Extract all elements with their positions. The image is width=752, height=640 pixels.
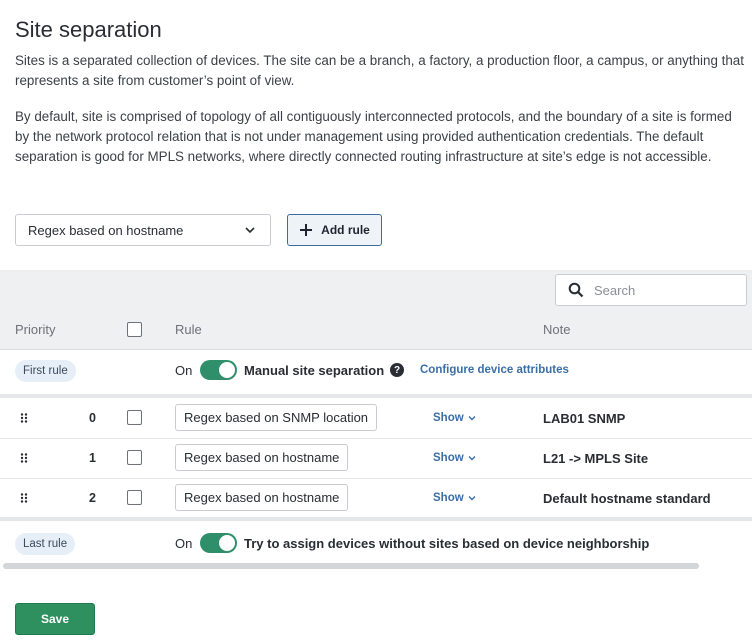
toggle-knob [219,535,235,551]
row-checkbox[interactable] [127,450,142,465]
row-show-toggle[interactable]: Show [433,492,476,504]
drag-handle-icon[interactable] [20,413,28,423]
row-rule-box[interactable]: Regex based on hostname [175,444,349,471]
row-note: L21 -> MPLS Site [543,451,649,466]
description-paragraph: By default, site is comprised of topolog… [15,109,732,164]
last-rule-badge: Last rule [15,533,76,555]
help-icon[interactable]: ? [390,363,404,377]
chevron-down-icon [468,496,476,501]
search-input[interactable] [594,282,734,298]
drag-handle-icon[interactable] [20,453,28,463]
add-rule-button[interactable]: Add rule [287,214,382,246]
show-label: Show [433,492,464,504]
first-rule-toggle[interactable] [200,360,237,380]
horizontal-scrollbar[interactable] [3,563,699,569]
row-priority: 0 [89,411,96,425]
plus-icon [300,224,313,236]
row-rule-box[interactable]: Regex based on SNMP location [175,404,378,431]
first-rule-badge: First rule [15,360,76,382]
row-priority: 2 [89,491,96,505]
last-rule-on-label: On [175,536,193,551]
row-note: Default hostname standard [543,491,711,506]
row-priority: 1 [89,451,96,465]
table-row: 1 Regex based on hostname Show L21 -> MP… [0,438,752,478]
select-all-checkbox[interactable] [127,322,142,337]
configure-device-attributes-link[interactable]: Configure device attributes [420,364,569,376]
last-rule-row: Last rule On Try to assign devices witho… [0,521,752,563]
show-label: Show [433,452,464,464]
row-note: LAB01 SNMP [543,411,626,426]
add-rule-label: Add rule [321,223,370,237]
last-rule-text: Try to assign devices without sites base… [244,536,650,551]
last-rule-toggle[interactable] [200,533,237,553]
row-show-toggle[interactable]: Show [433,412,476,424]
intro-paragraph: Sites is a separated collection of devic… [15,53,744,88]
first-rule-row: First rule On Manual site separation ? C… [0,350,752,394]
first-rule-on-label: On [175,363,193,378]
row-checkbox[interactable] [127,490,142,505]
table-header: Priority Rule Note [0,310,752,350]
row-checkbox[interactable] [127,410,142,425]
first-rule-text: Manual site separation [244,363,385,378]
show-label: Show [433,412,464,424]
table-row: 2 Regex based on hostname Show Default h… [0,478,752,518]
rule-type-selected-value: Regex based on hostname [28,222,184,238]
toggle-knob [219,362,235,378]
page-title: Site separation [15,17,162,42]
row-rule-box[interactable]: Regex based on hostname [175,484,349,511]
drag-handle-icon[interactable] [20,493,28,503]
search-box[interactable] [555,274,747,306]
chevron-down-icon [245,227,255,234]
header-priority: Priority [15,322,56,337]
table-row: 0 Regex based on SNMP location Show LAB0… [0,398,752,438]
chevron-down-icon [468,416,476,421]
search-icon [568,282,584,298]
chevron-down-icon [468,456,476,461]
save-button[interactable]: Save [15,603,95,635]
header-rule: Rule [175,322,202,337]
row-show-toggle[interactable]: Show [433,452,476,464]
header-note: Note [543,322,571,337]
rule-type-select[interactable]: Regex based on hostname [15,214,271,246]
